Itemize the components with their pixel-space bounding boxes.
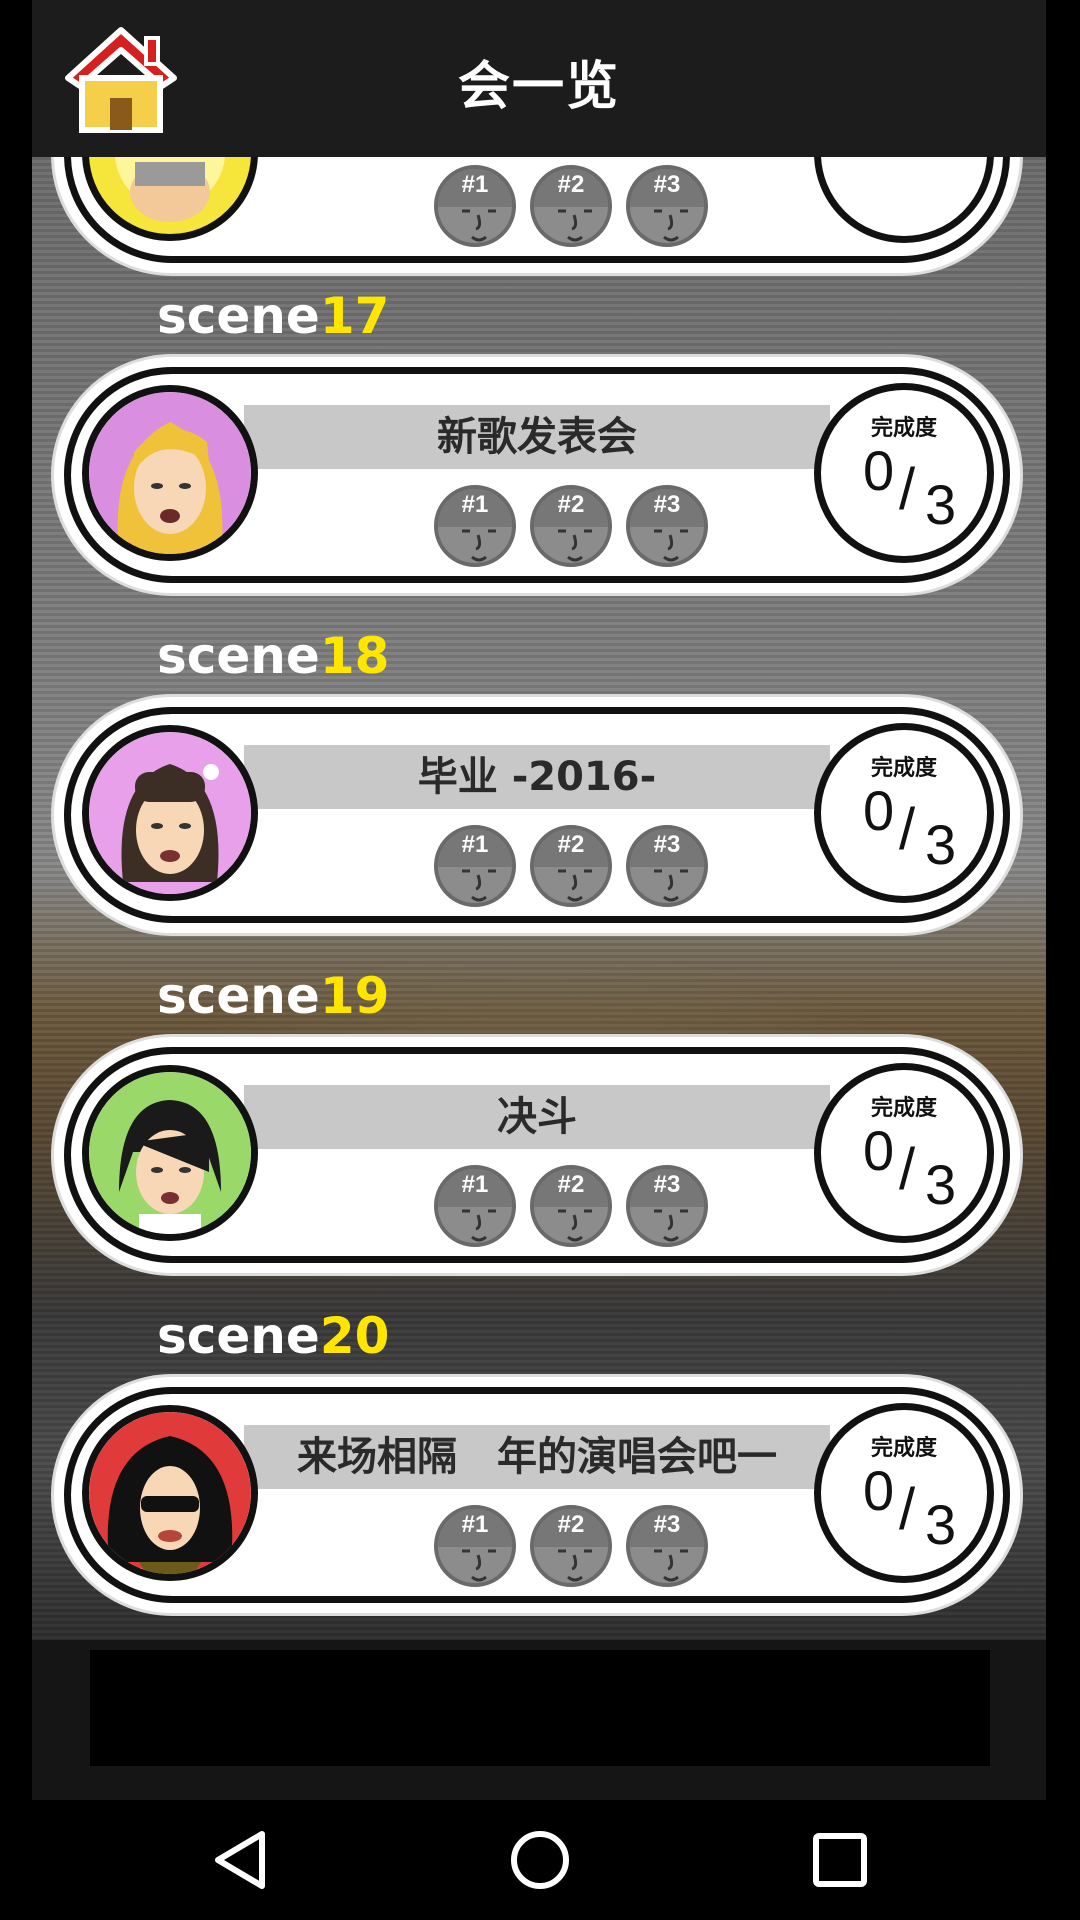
ad-banner [90, 1650, 990, 1766]
medal-2: #2 [530, 1165, 612, 1247]
home-circle-icon [511, 1831, 569, 1889]
page-title: 会一览 [457, 57, 620, 117]
character-portrait [82, 1065, 258, 1241]
header-bar: 会一览 [32, 0, 1046, 157]
back-button[interactable] [202, 1820, 282, 1900]
medal-3: #3 [626, 1165, 708, 1247]
completion-badge: 完成度 0 / 3 [814, 1063, 994, 1243]
scene-card-19[interactable]: 决斗 #1 #2 #3 完成度 0 / 3 [54, 1037, 1020, 1273]
medal-1: #1 [434, 165, 516, 247]
scene-card-17[interactable]: 新歌发表会 #1 #2 #3 完成度 0 / 3 [54, 357, 1020, 593]
medal-2: #2 [530, 165, 612, 247]
scene-label: scene17 [157, 287, 390, 345]
game-frame: #1 #2 #3 scene17 新歌发表会 #1 #2 #3 完成度 0 / … [32, 0, 1046, 1800]
medal-3: #3 [626, 165, 708, 247]
completion-badge: 完成度 0 / 3 [814, 1403, 994, 1583]
completion-badge: 完成度 0 / 3 [814, 383, 994, 563]
medal-2: #2 [530, 1505, 612, 1587]
recents-button[interactable] [800, 1820, 880, 1900]
completion-badge: 完成度 0 / 3 [814, 723, 994, 903]
medal-3: #3 [626, 485, 708, 567]
scene-card-18[interactable]: 毕业 -2016- #1 #2 #3 完成度 0 / 3 [54, 697, 1020, 933]
medal-1: #1 [434, 1165, 516, 1247]
scene-name: 新歌发表会 [437, 414, 637, 460]
home-nav-button[interactable] [500, 1820, 580, 1900]
character-portrait [82, 385, 258, 561]
medal-2: #2 [530, 825, 612, 907]
medal-3: #3 [626, 1505, 708, 1587]
recents-square-icon [813, 1833, 867, 1887]
scene-label: scene19 [157, 967, 390, 1025]
scene-list[interactable]: #1 #2 #3 scene17 新歌发表会 #1 #2 #3 完成度 0 / … [32, 157, 1046, 1640]
medal-2: #2 [530, 485, 612, 567]
system-nav-bar [0, 1800, 1080, 1920]
medal-1: #1 [434, 825, 516, 907]
scene-name: 来场相隔 年的演唱会吧一 [297, 1434, 777, 1480]
scene-card-20[interactable]: 来场相隔 年的演唱会吧一 #1 #2 #3 完成度 0 / 3 [54, 1377, 1020, 1613]
scene-card-partial[interactable]: #1 #2 #3 [54, 157, 1020, 273]
character-portrait [82, 1405, 258, 1581]
character-portrait [82, 725, 258, 901]
scene-label: scene18 [157, 627, 390, 685]
medal-1: #1 [434, 1505, 516, 1587]
back-triangle-icon [215, 1831, 265, 1889]
medal-3: #3 [626, 825, 708, 907]
medal-1: #1 [434, 485, 516, 567]
scene-name: 毕业 -2016- [417, 754, 657, 800]
scene-label: scene20 [157, 1307, 390, 1365]
scene-name: 决斗 [497, 1094, 577, 1140]
